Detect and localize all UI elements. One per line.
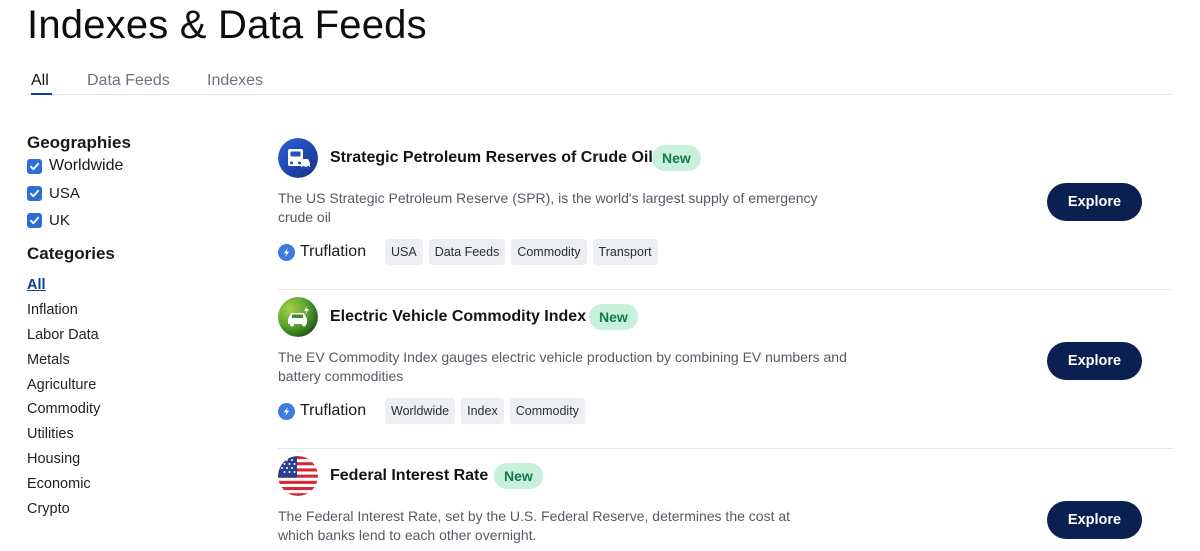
filter-uk[interactable]: UK: [27, 212, 70, 229]
tab-bar: All Data Feeds Indexes: [27, 70, 1173, 95]
card-divider: [278, 448, 1173, 449]
tag-list: USA Data Feeds Commodity Transport: [385, 239, 658, 265]
check-icon: [29, 162, 40, 170]
provider-name: Truflation: [300, 243, 367, 260]
feed-card-ev: Electric Vehicle Commodity Index New The…: [278, 297, 1173, 432]
card-title[interactable]: Electric Vehicle Commodity Index: [330, 308, 586, 326]
tab-data-feeds[interactable]: Data Feeds: [87, 72, 170, 90]
feed-card-federal-rate: Federal Interest Rate New The Federal In…: [278, 456, 1173, 551]
tag[interactable]: Data Feeds: [428, 239, 506, 265]
checkbox-usa[interactable]: [27, 186, 42, 201]
checkbox-uk[interactable]: [27, 213, 42, 228]
categories-heading: Categories: [27, 244, 115, 263]
filter-usa[interactable]: USA: [27, 185, 80, 202]
category-all[interactable]: All: [27, 277, 46, 293]
category-labor-data[interactable]: Labor Data: [27, 327, 99, 343]
explore-button[interactable]: Explore: [1047, 342, 1142, 380]
card-title[interactable]: Strategic Petroleum Reserves of Crude Oi…: [330, 149, 653, 167]
tag[interactable]: Worldwide: [385, 398, 456, 424]
checkbox-worldwide[interactable]: [27, 158, 42, 174]
category-economic[interactable]: Economic: [27, 476, 91, 492]
card-description: The US Strategic Petroleum Reserve (SPR)…: [278, 190, 818, 225]
explore-button[interactable]: Explore: [1047, 501, 1142, 539]
tag[interactable]: Commodity: [511, 239, 587, 265]
card-divider: [278, 289, 1173, 290]
truflation-logo-icon: [278, 243, 295, 261]
provider: Truflation: [278, 402, 366, 420]
card-description: The EV Commodity Index gauges electric v…: [278, 349, 847, 384]
card-description: The Federal Interest Rate, set by the U.…: [278, 508, 791, 543]
filter-label: UK: [49, 212, 70, 229]
category-commodity[interactable]: Commodity: [27, 401, 100, 417]
tag-list: Worldwide Index Commodity: [385, 398, 585, 424]
tag[interactable]: Transport: [592, 239, 658, 265]
filter-worldwide[interactable]: Worldwide: [27, 157, 123, 175]
new-badge: New: [494, 463, 543, 489]
feed-card-spr: Strategic Petroleum Reserves of Crude Oi…: [278, 138, 1173, 273]
tab-indexes[interactable]: Indexes: [207, 72, 263, 90]
filter-label: Worldwide: [49, 157, 124, 174]
category-crypto[interactable]: Crypto: [27, 501, 70, 517]
geographies-heading: Geographies: [27, 133, 131, 152]
category-metals[interactable]: Metals: [27, 352, 70, 368]
new-badge: New: [652, 145, 701, 171]
check-icon: [29, 216, 40, 225]
tab-all[interactable]: All: [31, 72, 52, 95]
provider: Truflation: [278, 243, 366, 261]
new-badge: New: [589, 304, 638, 330]
provider-name: Truflation: [300, 402, 367, 419]
card-title[interactable]: Federal Interest Rate: [330, 467, 488, 485]
truflation-logo-icon: [278, 402, 295, 420]
explore-button[interactable]: Explore: [1047, 183, 1142, 221]
filter-label: USA: [49, 185, 80, 202]
page-title: Indexes & Data Feeds: [27, 3, 427, 47]
category-utilities[interactable]: Utilities: [27, 426, 74, 442]
category-agriculture[interactable]: Agriculture: [27, 377, 96, 393]
tag[interactable]: USA: [385, 239, 423, 265]
tag[interactable]: Commodity: [509, 398, 585, 424]
category-housing[interactable]: Housing: [27, 451, 80, 467]
category-inflation[interactable]: Inflation: [27, 302, 78, 318]
fuel-truck-icon: [278, 138, 318, 178]
us-flag-icon: [278, 456, 318, 496]
electric-car-icon: [278, 297, 318, 337]
tag[interactable]: Index: [461, 398, 504, 424]
check-icon: [29, 189, 40, 198]
